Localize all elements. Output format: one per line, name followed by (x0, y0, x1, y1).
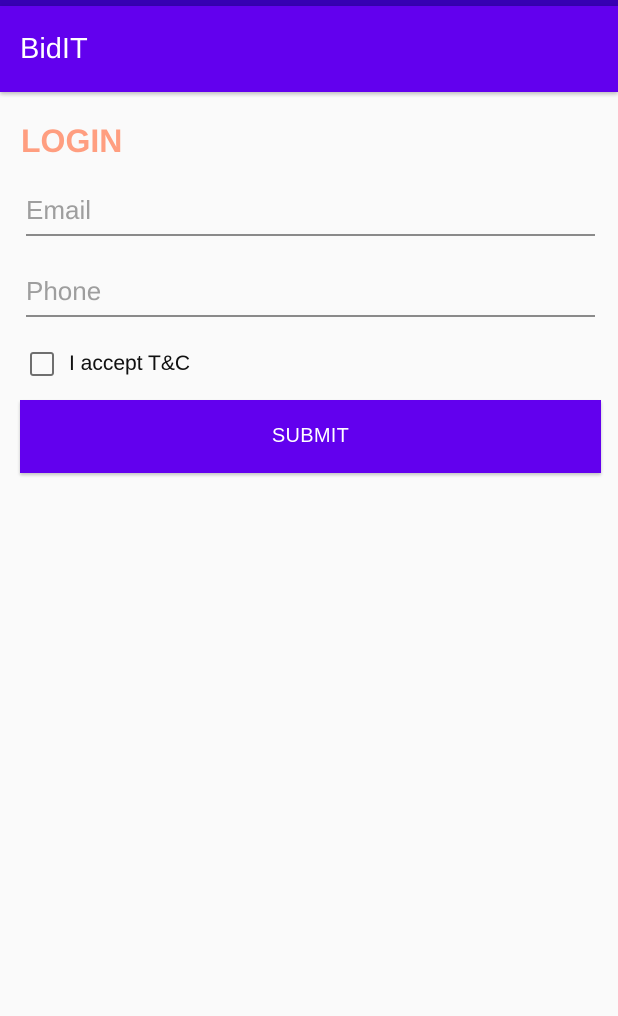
submit-button[interactable]: SUBMIT (20, 400, 601, 473)
email-field-wrapper (26, 190, 595, 236)
phone-field[interactable] (26, 271, 595, 311)
terms-checkbox-label: I accept T&C (69, 352, 190, 375)
app-title: BidIT (20, 33, 88, 65)
app-bar: BidIT (0, 6, 618, 92)
terms-checkbox-row[interactable]: I accept T&C (30, 348, 190, 380)
phone-field-wrapper (26, 271, 595, 317)
terms-checkbox[interactable] (30, 352, 54, 376)
email-field[interactable] (26, 190, 595, 230)
login-heading: LOGIN (21, 123, 123, 159)
